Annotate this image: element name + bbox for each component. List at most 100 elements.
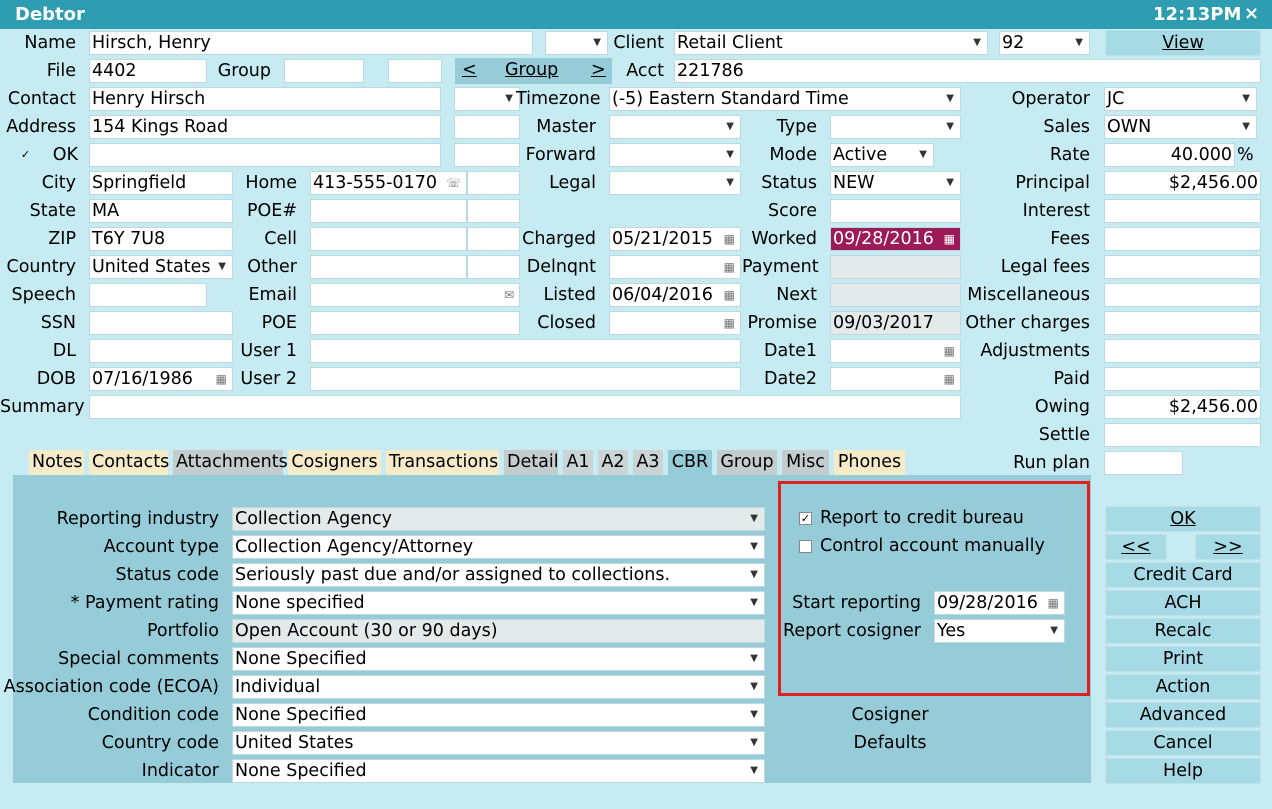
- credit-card-button[interactable]: Credit Card: [1105, 562, 1261, 588]
- country-select[interactable]: United States ▼: [89, 255, 233, 279]
- advanced-button[interactable]: Advanced: [1105, 702, 1261, 728]
- group-prev-button[interactable]: <: [462, 58, 477, 82]
- ok-button[interactable]: OK: [1105, 506, 1261, 532]
- other-ext-field[interactable]: [467, 255, 520, 279]
- settle-field[interactable]: [1104, 423, 1261, 447]
- previous-record-button[interactable]: <<: [1105, 534, 1167, 560]
- group-field[interactable]: [284, 59, 364, 83]
- tab-a1[interactable]: A1: [563, 450, 593, 475]
- poe-number-ext[interactable]: [467, 199, 520, 223]
- condition-code-select[interactable]: None Specified ▼: [232, 703, 765, 727]
- tab-attachments[interactable]: Attachments: [173, 450, 288, 475]
- calendar-icon[interactable]: ▦: [216, 368, 227, 390]
- fees-field[interactable]: [1104, 227, 1261, 251]
- client-select[interactable]: Retail Client ▼: [674, 31, 988, 55]
- calendar-icon[interactable]: ▦: [944, 228, 955, 250]
- group-next-button[interactable]: >: [591, 58, 606, 82]
- legal-fees-field[interactable]: [1104, 255, 1261, 279]
- type-select[interactable]: ▼: [830, 115, 961, 139]
- tab-a2[interactable]: A2: [598, 450, 628, 475]
- operator-select[interactable]: JC ▼: [1104, 87, 1257, 111]
- country-code-select[interactable]: United States ▼: [232, 731, 765, 755]
- report-credit-checkbox[interactable]: ✓: [799, 512, 812, 525]
- home-phone-field[interactable]: 413-555-0170 ☏: [310, 171, 467, 195]
- client-code-select[interactable]: 92 ▼: [999, 31, 1090, 55]
- adjustments-field[interactable]: [1104, 339, 1261, 363]
- tab-cbr[interactable]: CBR: [668, 450, 712, 475]
- calendar-icon[interactable]: ▦: [724, 284, 735, 306]
- tab-transactions[interactable]: Transactions: [386, 450, 499, 475]
- poe-field[interactable]: [310, 311, 520, 335]
- ok-checkbox[interactable]: ✓: [19, 149, 32, 162]
- calendar-icon[interactable]: ▦: [724, 312, 735, 334]
- summary-field[interactable]: [89, 395, 961, 419]
- status-code-select[interactable]: Seriously past due and/or assigned to co…: [232, 563, 765, 587]
- view-button[interactable]: View: [1105, 30, 1261, 56]
- principal-field[interactable]: $2,456.00: [1104, 171, 1261, 195]
- address-extra-field[interactable]: [454, 115, 520, 139]
- start-reporting-date-field[interactable]: 09/28/2016 ▦: [934, 591, 1065, 615]
- special-comments-select[interactable]: None Specified ▼: [232, 647, 765, 671]
- phone-icon[interactable]: ☏: [446, 172, 461, 194]
- timezone-select[interactable]: (-5) Eastern Standard Time ▼: [609, 87, 961, 111]
- defaults-link[interactable]: Defaults: [835, 731, 945, 755]
- other-phone-field[interactable]: [310, 255, 467, 279]
- dl-field[interactable]: [89, 339, 233, 363]
- score-field[interactable]: [830, 199, 961, 223]
- listed-date-field[interactable]: 06/04/2016 ▦: [609, 283, 741, 307]
- charged-date-field[interactable]: 05/21/2015 ▦: [609, 227, 741, 251]
- acct-field[interactable]: 221786: [674, 59, 1261, 83]
- rate-field[interactable]: 40.000: [1104, 143, 1235, 167]
- date1-field[interactable]: ▦: [830, 339, 961, 363]
- mail-icon[interactable]: ✉: [504, 284, 514, 306]
- interest-field[interactable]: [1104, 199, 1261, 223]
- account-type-select[interactable]: Collection Agency/Attorney ▼: [232, 535, 765, 559]
- date2-field[interactable]: ▦: [830, 367, 961, 391]
- address-field[interactable]: 154 Kings Road: [89, 115, 441, 139]
- owing-field[interactable]: $2,456.00: [1104, 395, 1261, 419]
- status-select[interactable]: NEW ▼: [830, 171, 961, 195]
- file-field[interactable]: 4402: [89, 59, 207, 83]
- close-icon[interactable]: ×: [1244, 3, 1259, 24]
- name-suffix-select[interactable]: ▼: [545, 31, 608, 55]
- mode-select[interactable]: Active ▼: [830, 143, 934, 167]
- address-line2-extra[interactable]: [454, 143, 520, 167]
- sales-select[interactable]: OWN ▼: [1104, 115, 1257, 139]
- calendar-icon[interactable]: ▦: [1048, 592, 1059, 614]
- help-button[interactable]: Help: [1105, 758, 1261, 784]
- speech-field[interactable]: [89, 283, 207, 307]
- cosigner-link[interactable]: Cosigner: [835, 703, 945, 727]
- poe-number-field[interactable]: [310, 199, 467, 223]
- payment-rating-select[interactable]: None specified ▼: [232, 591, 765, 615]
- user1-field[interactable]: [310, 339, 741, 363]
- city-field[interactable]: Springfield: [89, 171, 233, 195]
- dob-date-field[interactable]: 07/16/1986 ▦: [89, 367, 233, 391]
- delnqnt-date-field[interactable]: ▦: [609, 255, 741, 279]
- name-field[interactable]: Hirsch, Henry: [89, 31, 533, 55]
- reporting-industry-select[interactable]: Collection Agency ▼: [232, 507, 765, 531]
- state-field[interactable]: MA: [89, 199, 233, 223]
- group-nav-label[interactable]: Group: [505, 58, 558, 82]
- group-field-2[interactable]: [388, 59, 442, 83]
- ssn-field[interactable]: [89, 311, 233, 335]
- user2-field[interactable]: [310, 367, 741, 391]
- next-record-button[interactable]: >>: [1195, 534, 1261, 560]
- tab-misc[interactable]: Misc: [782, 450, 829, 475]
- tab-phones[interactable]: Phones: [834, 450, 905, 475]
- calendar-icon[interactable]: ▦: [944, 368, 955, 390]
- run-plan-field[interactable]: [1104, 451, 1183, 475]
- other-charges-field[interactable]: [1104, 311, 1261, 335]
- report-cosigner-select[interactable]: Yes ▼: [934, 619, 1065, 643]
- indicator-select[interactable]: None Specified ▼: [232, 759, 765, 783]
- worked-date-field[interactable]: 09/28/2016 ▦: [830, 227, 961, 251]
- calendar-icon[interactable]: ▦: [724, 228, 735, 250]
- tab-cosigners[interactable]: Cosigners: [288, 450, 381, 475]
- tab-contacts[interactable]: Contacts: [89, 450, 169, 475]
- calendar-icon[interactable]: ▦: [724, 256, 735, 278]
- contact-type-select[interactable]: ▼: [454, 87, 520, 111]
- action-button[interactable]: Action: [1105, 674, 1261, 700]
- tab-a3[interactable]: A3: [633, 450, 663, 475]
- ecoa-select[interactable]: Individual ▼: [232, 675, 765, 699]
- home-ext-field[interactable]: [467, 171, 520, 195]
- recalc-button[interactable]: Recalc: [1105, 618, 1261, 644]
